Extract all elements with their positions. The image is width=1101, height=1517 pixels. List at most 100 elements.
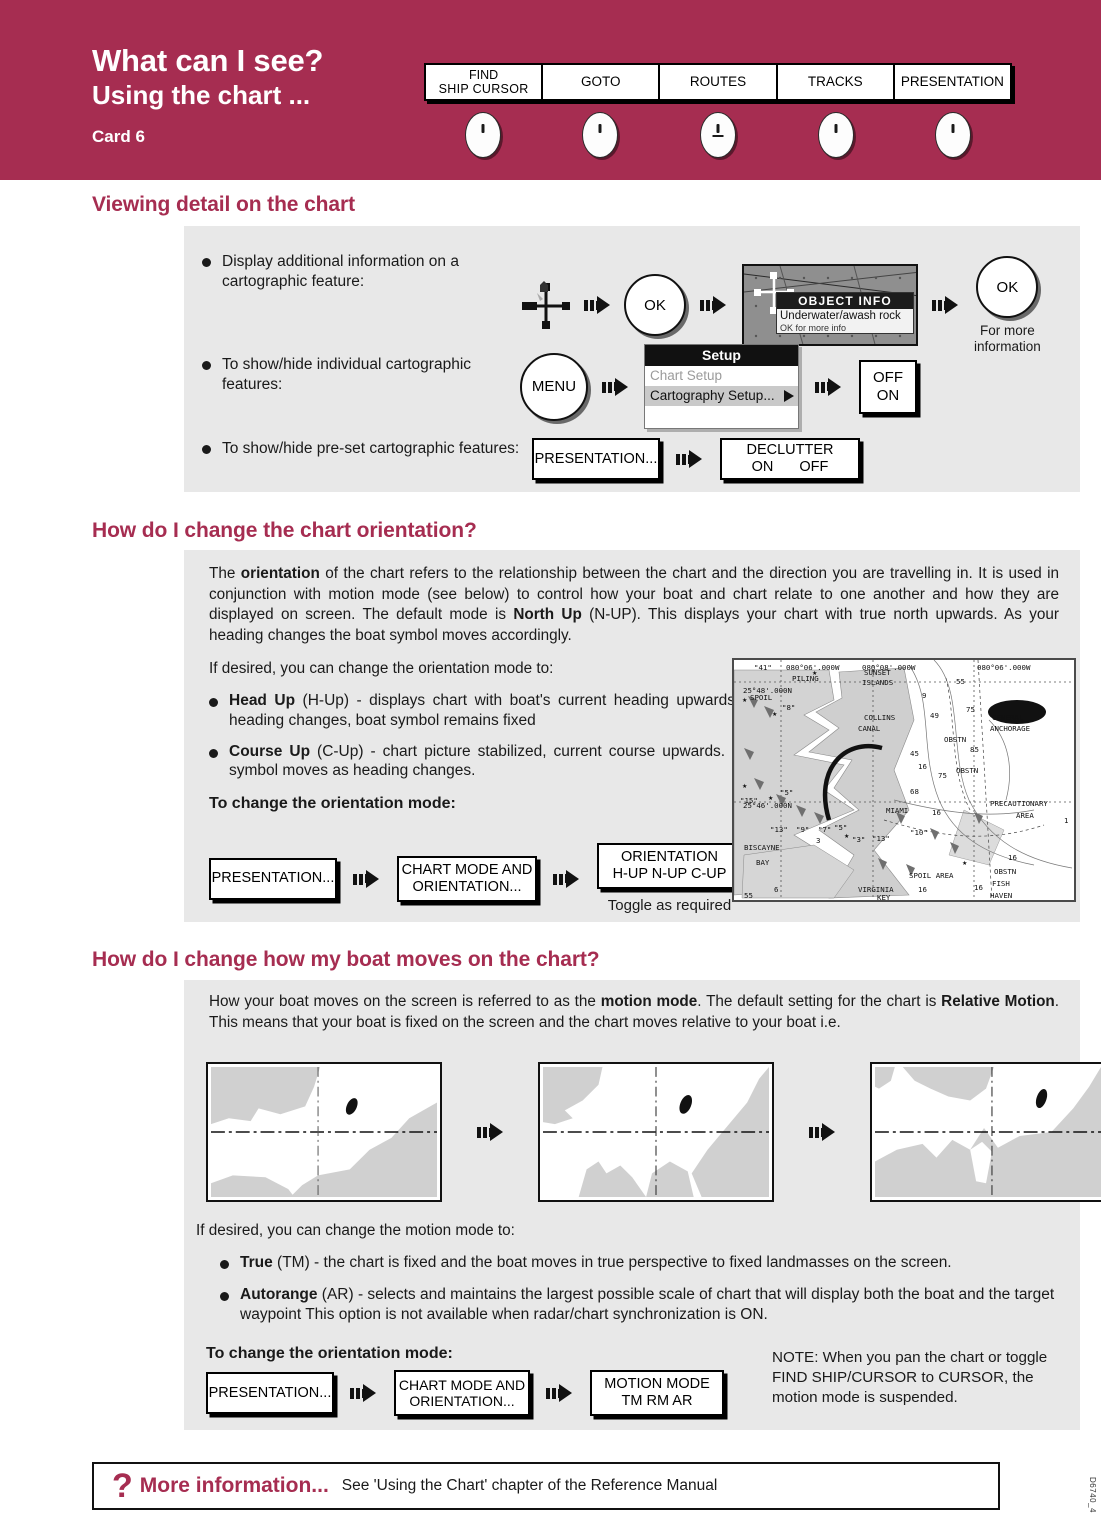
hard-key-find-ship-cursor[interactable] (464, 112, 501, 158)
step-arrow-icon (700, 296, 734, 315)
presentation-softkey-box-2[interactable]: PRESENTATION... (209, 857, 337, 900)
for-more-info-line1: For more (980, 323, 1035, 338)
section1-bullet-3-text: To show/hide pre-set cartographic featur… (222, 440, 520, 457)
hard-key-tracks[interactable] (817, 112, 854, 158)
svg-text:16: 16 (918, 885, 927, 894)
svg-text:55: 55 (744, 891, 753, 900)
section1-flow-2: MENU Setup Chart Setup Cartography Setup… (520, 344, 917, 429)
chart-cursor-icon (520, 279, 572, 331)
svg-text:GENERAL: GENERAL (992, 713, 1024, 722)
svg-text:49: 49 (930, 711, 939, 720)
declutter-on-label[interactable]: ON (752, 459, 774, 476)
svg-text:75: 75 (938, 771, 947, 780)
svg-text:★: ★ (772, 711, 777, 718)
svg-text:OBSTN: OBSTN (956, 766, 978, 775)
presentation-softkey-box-1[interactable]: PRESENTATION... (532, 438, 660, 480)
object-info-line1: Underwater/awash rock (780, 310, 901, 323)
cursor-crosshair-svg (522, 281, 570, 330)
motion-mode-toggle-box[interactable]: MOTION MODE TM RM AR (590, 1370, 724, 1416)
chart-mode-orientation-box-2[interactable]: CHART MODE AND ORIENTATION... (394, 1370, 530, 1416)
softkey-label-line1: GOTO (581, 74, 621, 90)
step-arrow-icon (932, 296, 966, 315)
section1-bullet-1-text: Display additional information on a cart… (222, 253, 459, 290)
step-arrow-icon (809, 1123, 843, 1141)
orientation-toggle-box[interactable]: ORIENTATION H-UP N-UP C-UP (597, 843, 742, 889)
section1-bullet-2-text: To show/hide individual cartographic fea… (222, 356, 472, 393)
page-subtitle: Using the chart ... (92, 79, 311, 110)
section2-panel: The orientation of the chart refers to t… (184, 550, 1080, 922)
step-arrow-icon (546, 1384, 580, 1402)
svg-text:★: ★ (962, 860, 967, 867)
svg-text:BISCAYNE: BISCAYNE (744, 843, 780, 852)
section1-flow-3: PRESENTATION... DECLUTTER ON OFF (532, 438, 860, 480)
presentation-softkey-label: PRESENTATION... (211, 870, 335, 887)
svg-text:SUNSET: SUNSET (864, 668, 891, 677)
softkey-label-line1: TRACKS (807, 74, 863, 90)
svg-text:55: 55 (956, 677, 965, 686)
softkey-goto[interactable]: GOTO (543, 65, 661, 99)
section3-panel: How your boat moves on the screen is ref… (184, 980, 1101, 1430)
section1-bullet-3: To show/hide pre-set cartographic featur… (202, 439, 522, 459)
svg-text:★: ★ (742, 697, 747, 704)
step-arrow-icon (477, 1123, 511, 1141)
svg-text:"5": "5" (780, 788, 793, 797)
svg-text:68: 68 (910, 787, 919, 796)
off-on-toggle-box[interactable]: OFF ON (859, 359, 917, 414)
nautical-chart-image: ★ ★ ★ ★ ★ ★ ★ "41" 080°06'.000W 080°08'.000… (732, 658, 1076, 902)
section2-bullet-course-up-text: Course Up (C-Up) - chart picture stabili… (229, 742, 764, 780)
hard-key-goto[interactable] (582, 112, 619, 158)
object-info-popup: OBJECT INFO Underwater/awash rock OK for… (776, 292, 914, 335)
svg-text:"7": "7" (818, 825, 831, 834)
presentation-softkey-box-3[interactable]: PRESENTATION... (206, 1372, 334, 1414)
chart-mode-orientation-box-1[interactable]: CHART MODE AND ORIENTATION... (397, 855, 537, 902)
motion-chart-3-svg (875, 1067, 1101, 1197)
svg-text:"10": "10" (910, 828, 928, 837)
softkey-routes[interactable]: ROUTES (660, 65, 778, 99)
chart-mode-line1: CHART MODE AND (401, 861, 533, 878)
hard-key-presentation[interactable] (935, 112, 972, 158)
section3-bullet-true: True (TM) - the chart is fixed and the b… (196, 1253, 1076, 1273)
section1-flow-1: OK OBJECT INFO Underwater/awash rock OK … (520, 256, 1041, 354)
orientation-options: H-UP N-UP C-UP (612, 866, 727, 882)
key-dash-icon (951, 124, 955, 133)
ok-button-2-label: OK (996, 278, 1019, 296)
setup-menu-item-chart-setup[interactable]: Chart Setup (645, 366, 798, 386)
svg-text:OBSTN: OBSTN (944, 735, 966, 744)
hard-key-routes[interactable] (699, 112, 736, 158)
header-title-block: What can I see? Using the chart ... Card… (92, 43, 324, 147)
svg-text:45: 45 (910, 749, 919, 758)
motion-frame-3 (870, 1062, 1101, 1202)
step-arrow-icon (553, 869, 587, 888)
object-info-line2: OK for more info (780, 323, 847, 334)
softkey-label-line1: ROUTES (689, 74, 747, 90)
menu-button[interactable]: MENU (520, 352, 588, 421)
motion-mode-illustration-row (206, 1062, 1101, 1202)
ok-button-1[interactable]: OK (624, 274, 686, 337)
setup-menu-blank-row (645, 406, 798, 428)
ok-button-1-label: OK (644, 296, 666, 314)
key-dash-icon (598, 124, 602, 133)
section3-bullet-autorange-text: Autorange (AR) - selects and maintains t… (240, 1285, 1055, 1323)
setup-menu-item-cartography-setup[interactable]: Cartography Setup... (645, 386, 798, 406)
section3-to-change-label: To change the orientation mode: (206, 1345, 453, 1362)
question-mark-icon: ? (112, 1467, 133, 1505)
svg-text:PRECAUTIONARY: PRECAUTIONARY (990, 799, 1048, 808)
section3-bullet-autorange: Autorange (AR) - selects and maintains t… (196, 1285, 1076, 1325)
menu-button-label: MENU (531, 378, 577, 395)
softkey-tracks[interactable]: TRACKS (778, 65, 895, 99)
softkey-presentation[interactable]: PRESENTATION (895, 65, 1010, 99)
setup-menu-title: Setup (645, 345, 798, 366)
ok-button-2[interactable]: OK (976, 256, 1039, 318)
declutter-off-label[interactable]: OFF (799, 459, 828, 476)
svg-text:HAVEN: HAVEN (990, 891, 1012, 900)
step-arrow-icon (350, 1384, 384, 1402)
chart-mode-line1: CHART MODE AND (398, 1376, 526, 1393)
page-title: What can I see? (92, 43, 324, 78)
svg-text:85: 85 (970, 745, 979, 754)
document-code: D6740_4 (1088, 1477, 1097, 1513)
softkey-find-ship-cursor[interactable]: FIND SHIP CURSOR (426, 65, 544, 99)
section2-intro: If desired, you can change the orientati… (209, 660, 554, 677)
section2-heading-wrap: How do I change the chart orientation? (92, 519, 477, 543)
declutter-box[interactable]: DECLUTTER ON OFF (720, 438, 860, 480)
softkey-bar: FIND SHIP CURSOR GOTO ROUTES TRACKS PRES… (424, 63, 1012, 101)
